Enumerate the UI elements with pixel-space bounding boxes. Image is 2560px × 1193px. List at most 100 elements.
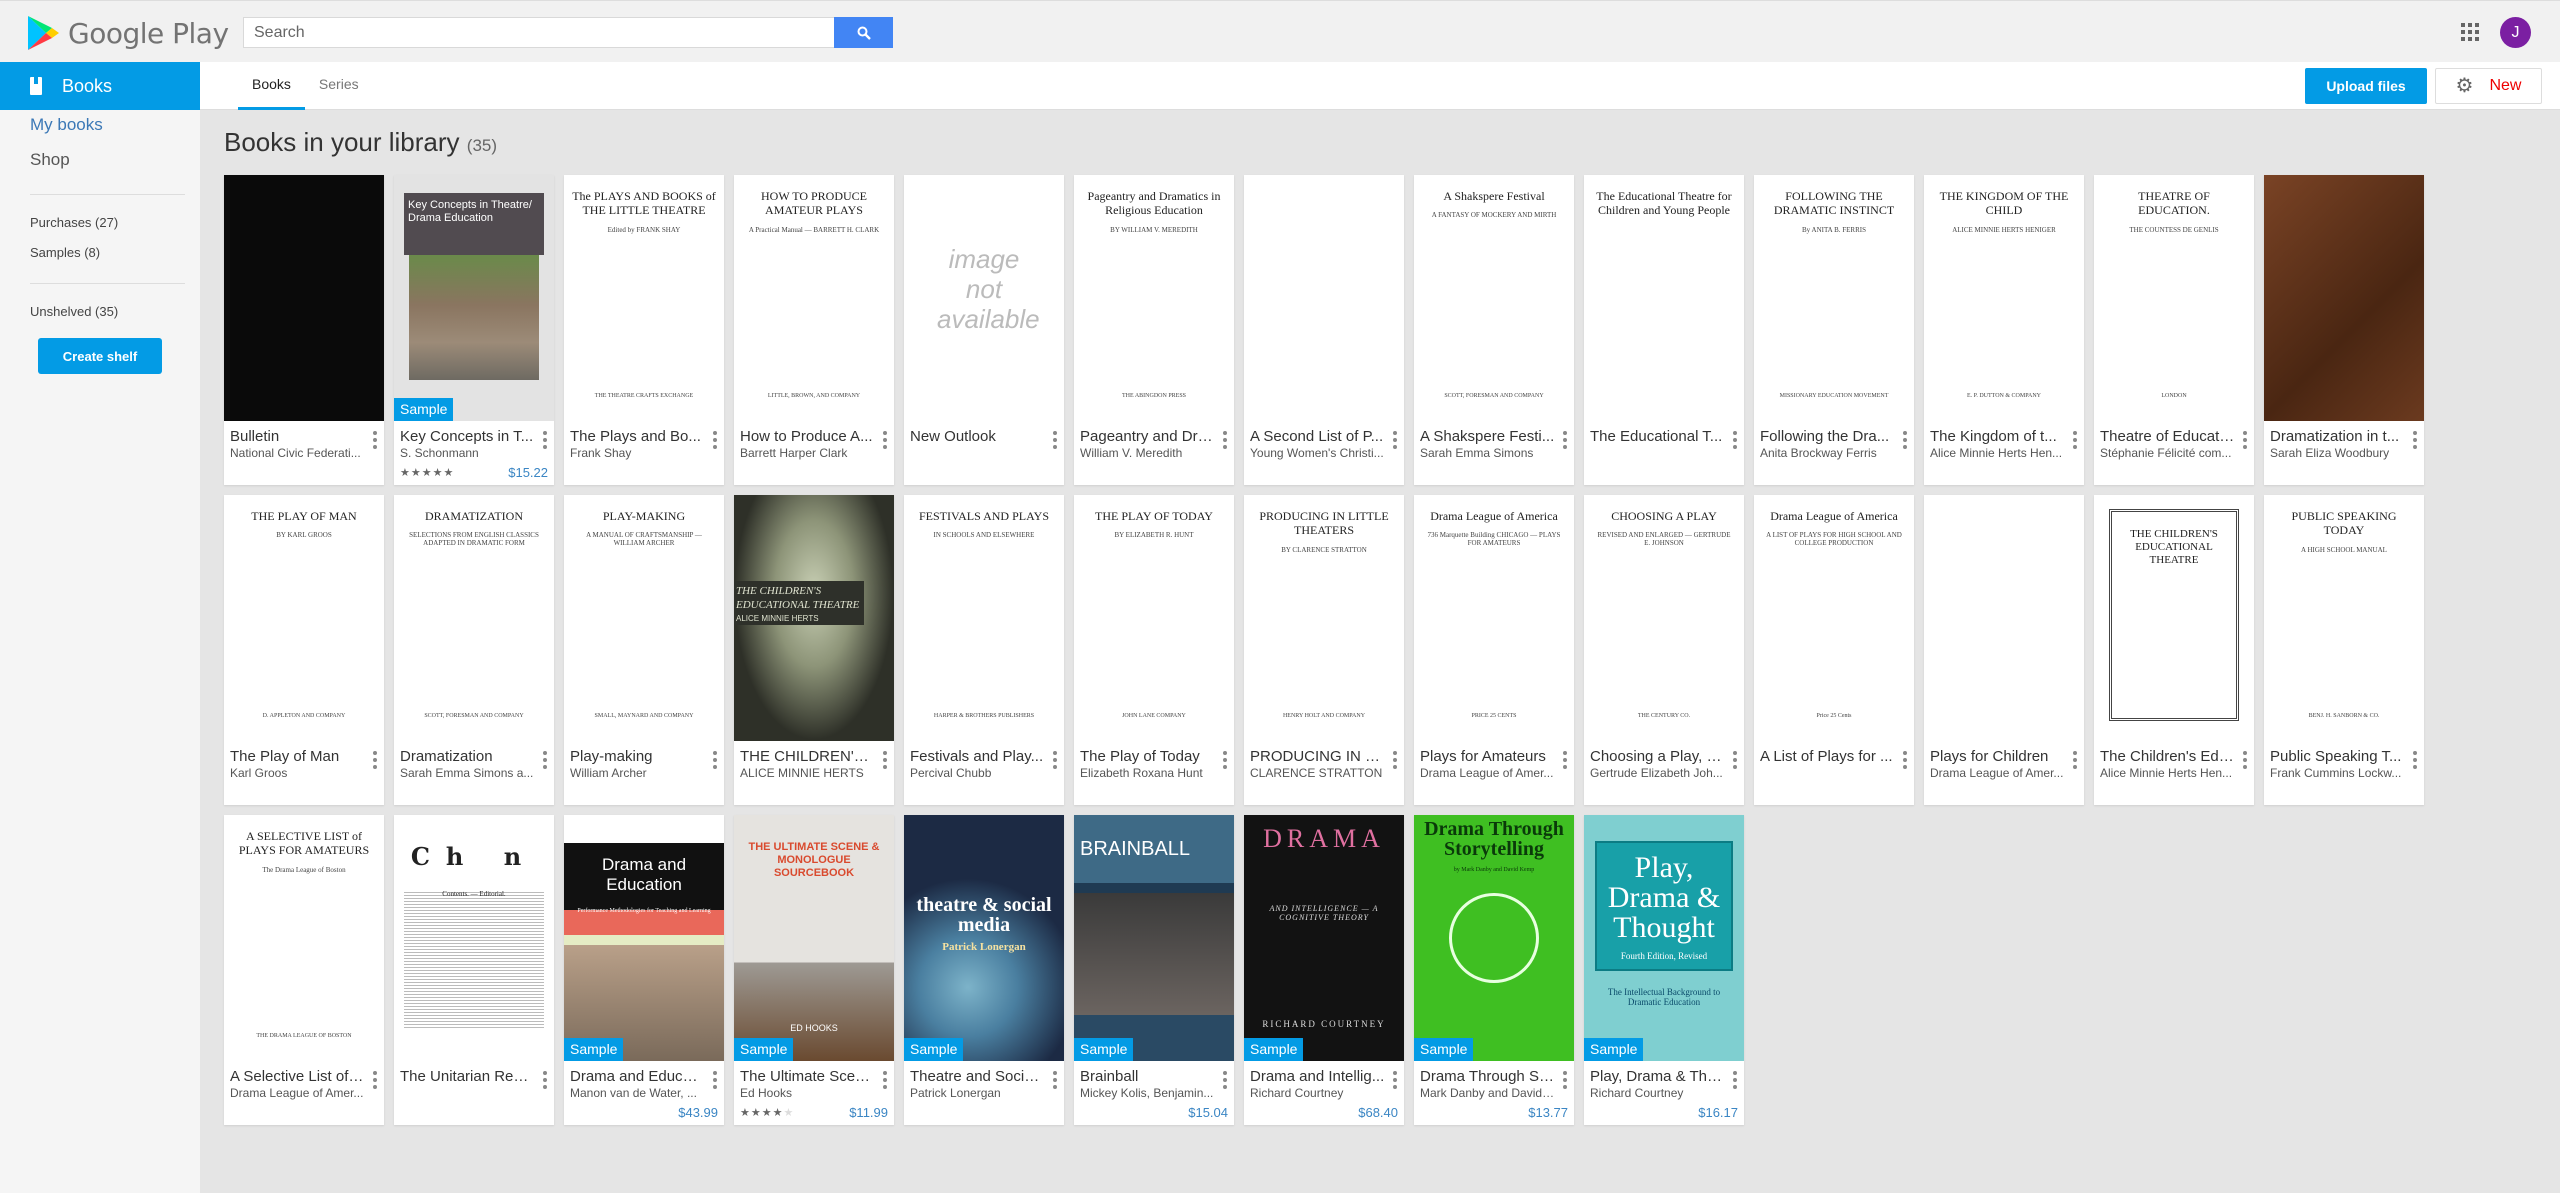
book-card[interactable]: Ch n Contents. — Editorial. The Unitarian … <box>394 815 554 1125</box>
book-cover[interactable] <box>224 175 384 421</box>
create-shelf-button[interactable]: Create shelf <box>38 338 162 374</box>
account-avatar[interactable]: J <box>2500 17 2531 48</box>
book-cover[interactable]: THE CHILDREN'S EDUCATIONAL THEATRE ALICE … <box>734 495 894 741</box>
book-cover[interactable]: The Educational Theatre for Children and… <box>1584 175 1744 421</box>
more-options-icon[interactable] <box>1562 1071 1568 1089</box>
more-options-icon[interactable] <box>542 1071 548 1089</box>
book-card[interactable]: PLAY-MAKING A MANUAL OF CRAFTSMANSHIP — W… <box>564 495 724 805</box>
tab-books[interactable]: Books <box>238 62 305 110</box>
book-card[interactable]: Drama League of America A LIST OF PLAYS F… <box>1754 495 1914 805</box>
more-options-icon[interactable] <box>712 431 718 449</box>
more-options-icon[interactable] <box>882 1071 888 1089</box>
book-title[interactable]: A Selective List of ... <box>230 1068 365 1086</box>
book-card[interactable]: Play, Drama & Thought Fourth Edition, Rev… <box>1584 815 1744 1125</box>
more-options-icon[interactable] <box>1052 751 1058 769</box>
book-title[interactable]: Plays for Children <box>1930 748 2065 766</box>
book-title[interactable]: Festivals and Play... <box>910 748 1045 766</box>
book-cover[interactable]: Drama Through Storytelling by Mark Danby … <box>1414 815 1574 1061</box>
book-title[interactable]: Theatre and Socia... <box>910 1068 1045 1086</box>
book-card[interactable]: DRAMATIZATION SELECTIONS FROM ENGLISH CLA… <box>394 495 554 805</box>
book-cover[interactable]: CHOOSING A PLAY REVISED AND ENLARGED — GE… <box>1584 495 1744 741</box>
book-title[interactable]: The Play of Today <box>1080 748 1215 766</box>
book-cover[interactable]: Ch n Contents. — Editorial. <box>394 815 554 1061</box>
book-cover[interactable] <box>1924 495 2084 741</box>
book-card[interactable]: FOLLOWING THE DRAMATIC INSTINCT By ANITA … <box>1754 175 1914 485</box>
upload-files-button[interactable]: Upload files <box>2305 68 2427 104</box>
book-title[interactable]: Choosing a Play, R... <box>1590 748 1725 766</box>
more-options-icon[interactable] <box>1562 751 1568 769</box>
search-button[interactable] <box>834 17 893 48</box>
book-cover[interactable] <box>1244 175 1404 421</box>
book-price[interactable]: $15.04 <box>1188 1105 1228 1120</box>
book-card[interactable]: The PLAYS AND BOOKS of THE LITTLE THEATR… <box>564 175 724 485</box>
book-cover[interactable]: THE CHILDREN'S EDUCATIONAL THEATREBY ALI… <box>2094 495 2254 741</box>
sidebar-item-unshelved[interactable]: Unshelved (35) <box>30 304 118 319</box>
book-cover[interactable]: PRODUCING IN LITTLE THEATERS BY CLARENCE … <box>1244 495 1404 741</box>
book-cover[interactable]: PLAY-MAKING A MANUAL OF CRAFTSMANSHIP — W… <box>564 495 724 741</box>
book-cover[interactable]: The PLAYS AND BOOKS of THE LITTLE THEATR… <box>564 175 724 421</box>
book-card[interactable]: THE CHILDREN'S EDUCATIONAL THEATRE ALICE … <box>734 495 894 805</box>
book-cover[interactable]: THEATRE OF EDUCATION. THE COUNTESS DE GEN… <box>2094 175 2254 421</box>
book-title[interactable]: Dramatization <box>400 748 535 766</box>
more-options-icon[interactable] <box>542 431 548 449</box>
book-cover[interactable]: Pageantry and Dramatics in Religious Edu… <box>1074 175 1234 421</box>
sidebar-item-shop[interactable]: Shop <box>30 150 70 170</box>
book-title[interactable]: Pageantry and Dra... <box>1080 428 1215 446</box>
book-card[interactable]: A Second List of P... Young Women's Chris… <box>1244 175 1404 485</box>
settings-new-button[interactable]: ⚙ New <box>2435 68 2542 104</box>
book-title[interactable]: Dramatization in t... <box>2270 428 2405 446</box>
book-cover[interactable]: DRAMA AND INTELLIGENCE — A COGNITIVE THEO… <box>1244 815 1404 1061</box>
book-title[interactable]: Drama Through St... <box>1420 1068 1555 1086</box>
book-card[interactable]: THE KINGDOM OF THE CHILD ALICE MINNIE HER… <box>1924 175 2084 485</box>
book-card[interactable]: A SELECTIVE LIST of PLAYS FOR AMATEURS Th… <box>224 815 384 1125</box>
more-options-icon[interactable] <box>372 751 378 769</box>
book-title[interactable]: Public Speaking T... <box>2270 748 2405 766</box>
book-card[interactable]: THEATRE OF EDUCATION. THE COUNTESS DE GEN… <box>2094 175 2254 485</box>
sidebar-item-purchases[interactable]: Purchases (27) <box>30 215 118 230</box>
book-cover[interactable]: Drama League of America A LIST OF PLAYS F… <box>1754 495 1914 741</box>
book-title[interactable]: Brainball <box>1080 1068 1215 1086</box>
more-options-icon[interactable] <box>1222 431 1228 449</box>
google-play-logo[interactable]: Google Play <box>26 15 229 51</box>
book-cover[interactable]: DRAMATIZATION SELECTIONS FROM ENGLISH CLA… <box>394 495 554 741</box>
book-card[interactable]: A Shakspere Festival A FANTASY OF MOCKERY… <box>1414 175 1574 485</box>
book-title[interactable]: PRODUCING IN LI... <box>1250 748 1385 766</box>
more-options-icon[interactable] <box>372 431 378 449</box>
book-cover[interactable]: THE PLAY OF TODAY BY ELIZABETH R. HUNT JOH… <box>1074 495 1234 741</box>
more-options-icon[interactable] <box>2242 431 2248 449</box>
more-options-icon[interactable] <box>1222 751 1228 769</box>
book-card[interactable]: Plays for Children Drama League of Amer..… <box>1924 495 2084 805</box>
more-options-icon[interactable] <box>372 1071 378 1089</box>
book-card[interactable]: Drama Through Storytelling by Mark Danby … <box>1414 815 1574 1125</box>
book-title[interactable]: The Ultimate Scen... <box>740 1068 875 1086</box>
book-title[interactable]: The Educational T... <box>1590 428 1725 446</box>
book-card[interactable]: HOW TO PRODUCE AMATEUR PLAYS A Practical … <box>734 175 894 485</box>
book-cover[interactable]: THE PLAY OF MAN BY KARL GROOS D. APPLETON … <box>224 495 384 741</box>
book-title[interactable]: Play, Drama & Tho... <box>1590 1068 1725 1086</box>
book-cover[interactable]: A Shakspere Festival A FANTASY OF MOCKERY… <box>1414 175 1574 421</box>
book-card[interactable]: THE ULTIMATE SCENE & MONOLOGUE SOURCEBOO… <box>734 815 894 1125</box>
book-title[interactable]: Drama and Intellig... <box>1250 1068 1385 1086</box>
more-options-icon[interactable] <box>1732 1071 1738 1089</box>
book-cover[interactable]: FESTIVALS AND PLAYS IN SCHOOLS AND ELSEWH… <box>904 495 1064 741</box>
book-price[interactable]: $68.40 <box>1358 1105 1398 1120</box>
book-title[interactable]: Play-making <box>570 748 705 766</box>
more-options-icon[interactable] <box>1732 431 1738 449</box>
more-options-icon[interactable] <box>1392 1071 1398 1089</box>
book-card[interactable]: PUBLIC SPEAKING TODAY A HIGH SCHOOL MANUA… <box>2264 495 2424 805</box>
book-card[interactable]: Pageantry and Dramatics in Religious Edu… <box>1074 175 1234 485</box>
book-price[interactable]: $15.22 <box>508 465 548 480</box>
book-title[interactable]: A Second List of P... <box>1250 428 1385 446</box>
more-options-icon[interactable] <box>542 751 548 769</box>
book-cover[interactable]: theatre & social media Patrick Lonergan <box>904 815 1064 1061</box>
book-card[interactable]: Drama League of America 736 Marquette Bui… <box>1414 495 1574 805</box>
book-title[interactable]: The Plays and Bo... <box>570 428 705 446</box>
book-title[interactable]: Plays for Amateurs <box>1420 748 1555 766</box>
more-options-icon[interactable] <box>2072 431 2078 449</box>
more-options-icon[interactable] <box>882 431 888 449</box>
search-input[interactable] <box>243 17 834 48</box>
book-title[interactable]: THE CHILDREN'S ... <box>740 748 875 766</box>
book-card[interactable]: THE PLAY OF MAN BY KARL GROOS D. APPLETON … <box>224 495 384 805</box>
book-card[interactable]: FESTIVALS AND PLAYS IN SCHOOLS AND ELSEWH… <box>904 495 1064 805</box>
more-options-icon[interactable] <box>882 751 888 769</box>
